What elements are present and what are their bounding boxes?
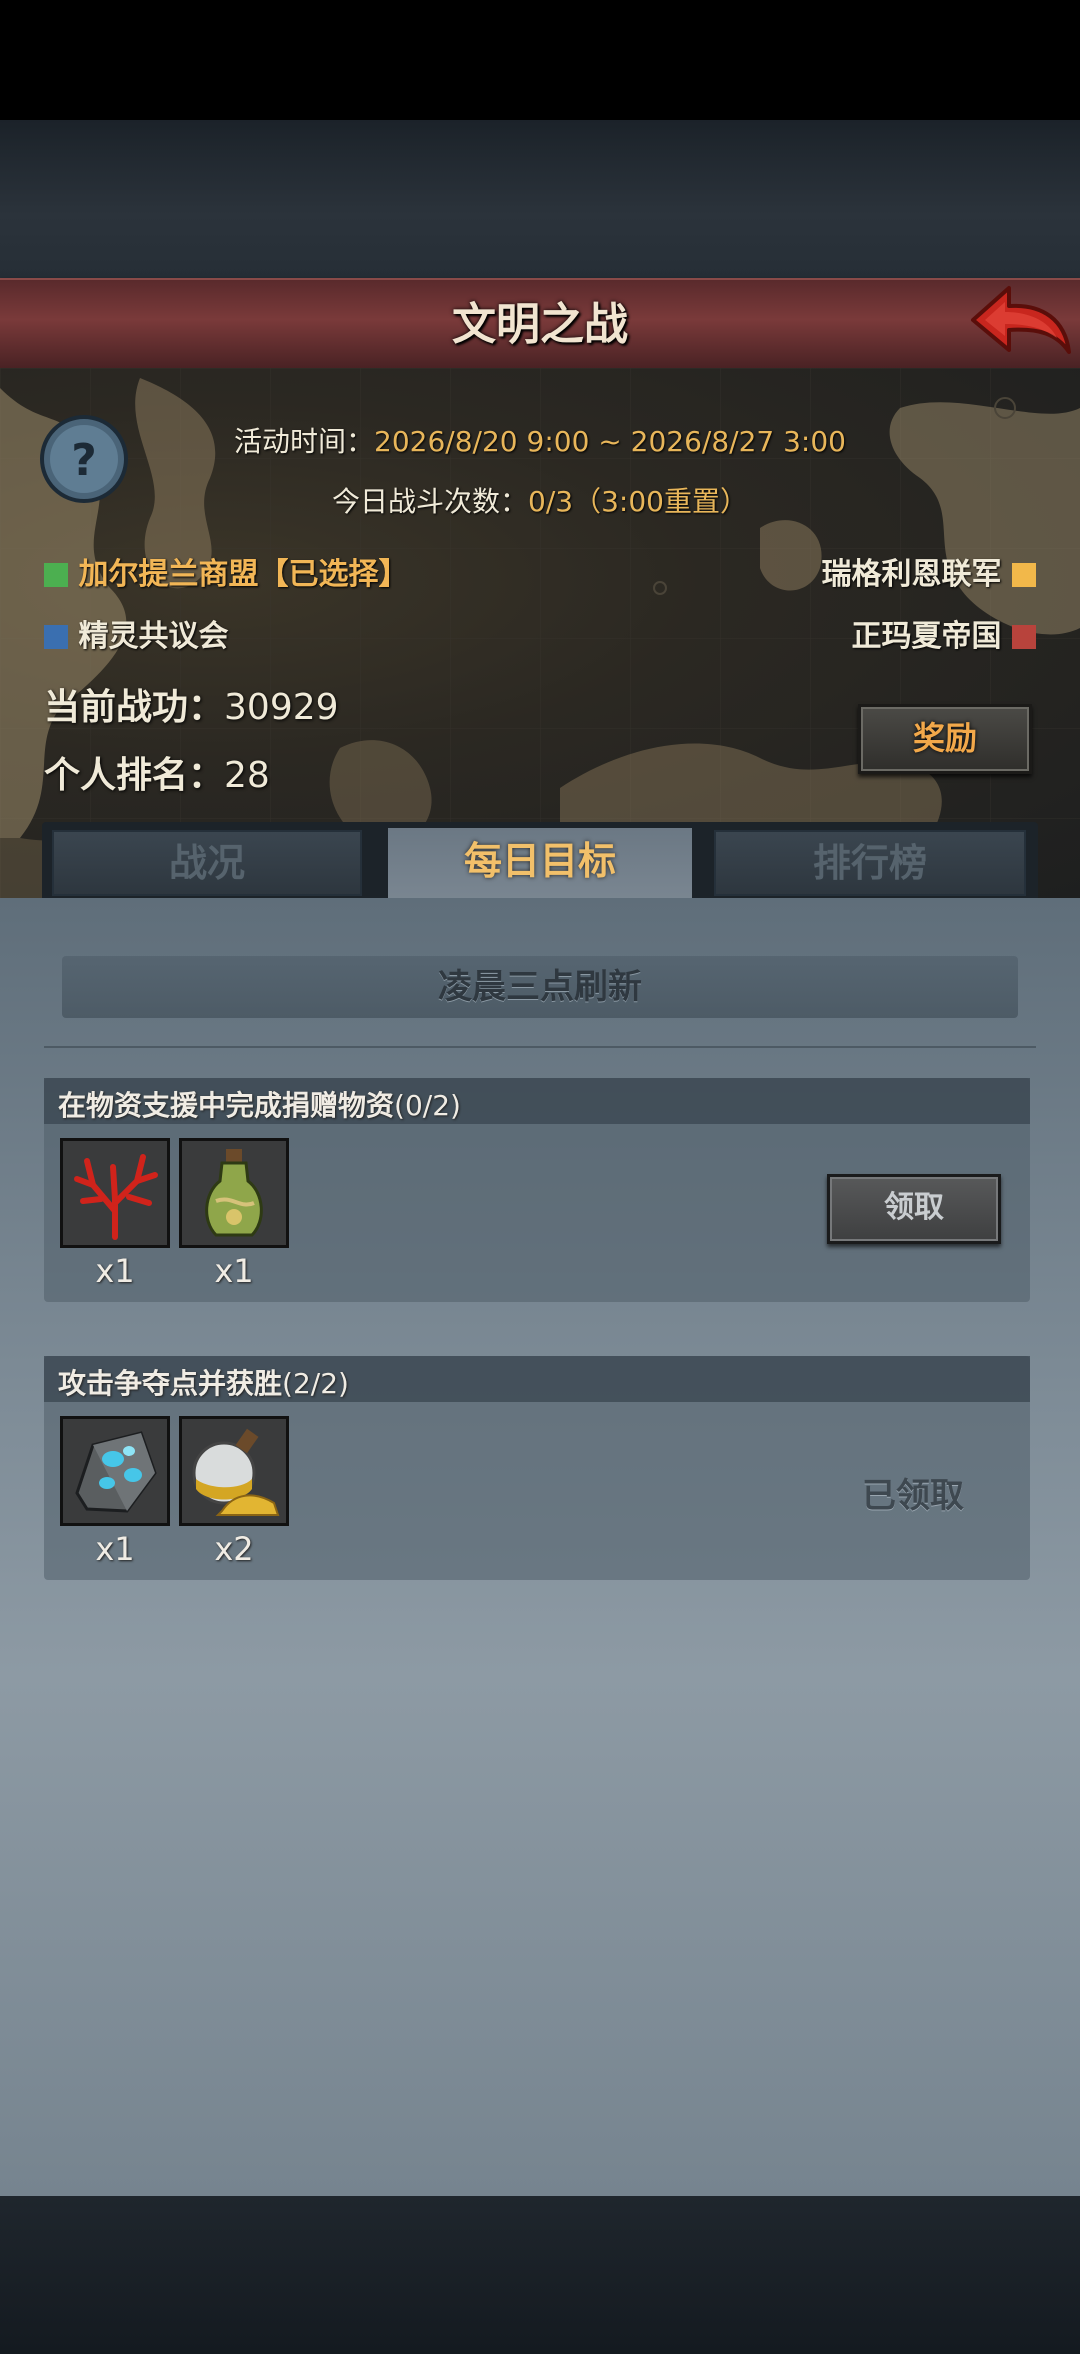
top-background xyxy=(0,120,1080,278)
current-merit: 当前战功：30929 xyxy=(44,678,339,730)
page-title: 文明之战 xyxy=(452,299,628,350)
red-coral-icon[interactable] xyxy=(60,1138,170,1248)
divider xyxy=(44,1046,1036,1048)
merit-label: 当前战功： xyxy=(44,687,225,728)
faction-color-square xyxy=(1012,563,1036,587)
event-time: 活动时间：2026/8/20 9:00 ~ 2026/8/27 3:00 xyxy=(0,420,1080,460)
faction-zhengmaxia: 正玛夏帝国 xyxy=(852,611,1036,655)
faction-label: 瑞格利恩联军 xyxy=(821,557,1002,592)
faction-color-square xyxy=(44,625,68,649)
personal-rank: 个人排名：28 xyxy=(44,746,270,798)
claim-button[interactable]: 领取 xyxy=(827,1174,1001,1244)
title-bar: 文明之战 xyxy=(0,278,1080,368)
blue-crystal-ore-icon[interactable] xyxy=(60,1416,170,1526)
claimed-status: 已领取 xyxy=(862,1476,964,1516)
back-arrow-icon[interactable] xyxy=(965,282,1075,362)
reward-quantity: x1 xyxy=(214,1252,254,1290)
faction-color-square xyxy=(1012,625,1036,649)
task-title: 攻击争夺点并获胜(2/2) xyxy=(58,1362,349,1402)
merit-value: 30929 xyxy=(224,687,339,728)
faction-label: 正玛夏帝国 xyxy=(851,619,1002,654)
tab-leaderboard[interactable]: 排行榜 xyxy=(714,830,1026,896)
rank-value: 28 xyxy=(224,755,270,796)
tab-battle-status[interactable]: 战况 xyxy=(52,830,362,896)
task-title-text: 攻击争夺点并获胜 xyxy=(58,1367,283,1400)
rank-label: 个人排名： xyxy=(44,755,225,796)
bottom-background xyxy=(0,2196,1080,2354)
task-progress: (0/2) xyxy=(394,1089,461,1122)
faction-galtilan: 加尔提兰商盟【已选择】 xyxy=(44,549,408,593)
battle-count-label: 今日战斗次数： xyxy=(332,485,529,518)
reward-quantity: x2 xyxy=(214,1530,254,1568)
faction-elf-council: 精灵共议会 xyxy=(44,611,228,655)
task-title: 在物资支援中完成捐赠物资(0/2) xyxy=(58,1084,461,1124)
task-progress: (2/2) xyxy=(282,1367,349,1400)
reward-quantity: x1 xyxy=(95,1252,135,1290)
gold-dust-flask-icon[interactable] xyxy=(179,1416,289,1526)
task-title-text: 在物资支援中完成捐赠物资 xyxy=(58,1089,395,1122)
faction-label: 加尔提兰商盟【已选择】 xyxy=(78,557,409,592)
event-time-value: 2026/8/20 9:00 ~ 2026/8/27 3:00 xyxy=(374,425,846,458)
reward-button[interactable]: 奖励 xyxy=(858,704,1032,774)
reward-quantity: x1 xyxy=(95,1530,135,1568)
battle-count: 今日战斗次数：0/3（3:00重置） xyxy=(0,480,1080,520)
status-bar-area xyxy=(0,0,1080,120)
battle-count-value: 0/3（3:00重置） xyxy=(528,485,748,518)
faction-label: 精灵共议会 xyxy=(78,619,229,654)
event-time-label: 活动时间： xyxy=(234,425,375,458)
refresh-note: 凌晨三点刷新 xyxy=(438,967,642,1007)
potion-bottle-icon[interactable] xyxy=(179,1138,289,1248)
faction-reglien: 瑞格利恩联军 xyxy=(822,549,1036,593)
faction-color-square xyxy=(44,563,68,587)
